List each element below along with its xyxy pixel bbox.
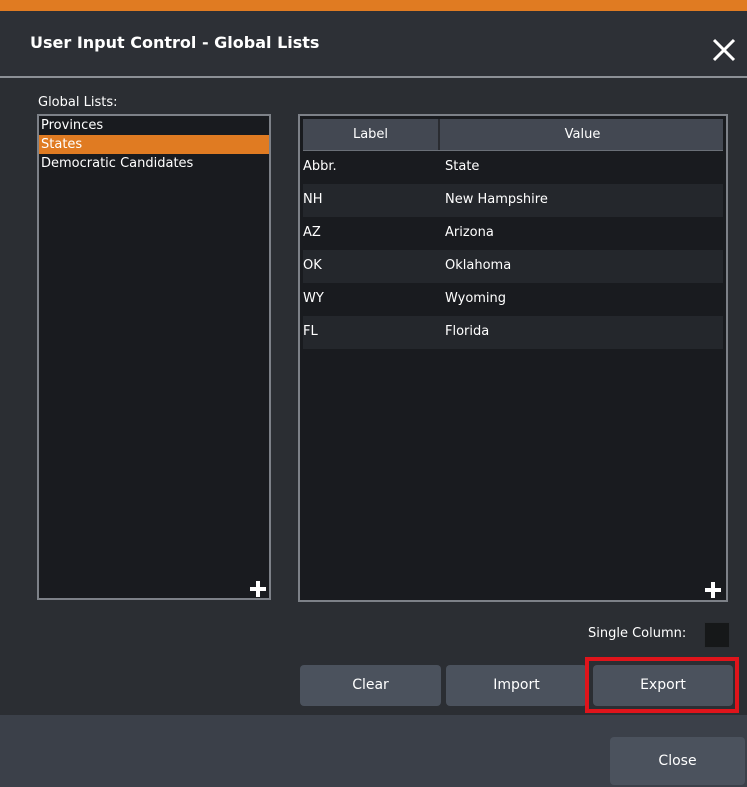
list-item-democratic-candidates[interactable]: Democratic Candidates: [39, 154, 269, 173]
cell-value: Wyoming: [445, 291, 507, 306]
single-column-checkbox[interactable]: [704, 622, 730, 648]
list-values-table[interactable]: Label Value Abbr. State NH New Hampshire…: [298, 114, 728, 602]
table-row[interactable]: WY Wyoming: [303, 283, 723, 316]
cell-label: Abbr.: [303, 159, 337, 174]
import-button[interactable]: Import: [446, 665, 587, 706]
global-lists-listbox[interactable]: Provinces States Democratic Candidates: [37, 114, 271, 600]
cell-label: FL: [303, 324, 318, 339]
cell-value: Oklahoma: [445, 258, 512, 273]
global-lists-label: Global Lists:: [38, 95, 118, 110]
cell-label: WY: [303, 291, 324, 306]
clear-button[interactable]: Clear: [300, 665, 441, 706]
column-header-label[interactable]: Label: [303, 119, 440, 150]
close-button[interactable]: Close: [610, 737, 745, 785]
cell-value: Florida: [445, 324, 490, 339]
table-row[interactable]: OK Oklahoma: [303, 250, 723, 283]
title-accent-bar: [0, 0, 747, 11]
dialog-title: User Input Control - Global Lists: [30, 33, 320, 52]
list-item-states[interactable]: States: [39, 135, 269, 154]
column-header-value[interactable]: Value: [442, 119, 723, 150]
export-highlight-box: [585, 657, 739, 713]
add-list-plus-icon[interactable]: [250, 581, 266, 597]
dialog-titlebar: User Input Control - Global Lists: [0, 11, 747, 78]
close-icon[interactable]: [711, 37, 737, 63]
list-item-provinces[interactable]: Provinces: [39, 116, 269, 135]
table-row[interactable]: FL Florida: [303, 316, 723, 349]
table-header: Label Value: [303, 119, 723, 151]
cell-value: New Hampshire: [445, 192, 548, 207]
table-row[interactable]: NH New Hampshire: [303, 184, 723, 217]
table-row[interactable]: AZ Arizona: [303, 217, 723, 250]
cell-label: OK: [303, 258, 322, 273]
table-row[interactable]: Abbr. State: [303, 151, 723, 184]
cell-label: AZ: [303, 225, 321, 240]
single-column-label: Single Column:: [588, 626, 687, 641]
add-row-plus-icon[interactable]: [705, 582, 721, 598]
cell-label: NH: [303, 192, 323, 207]
cell-value: State: [445, 159, 480, 174]
cell-value: Arizona: [445, 225, 494, 240]
